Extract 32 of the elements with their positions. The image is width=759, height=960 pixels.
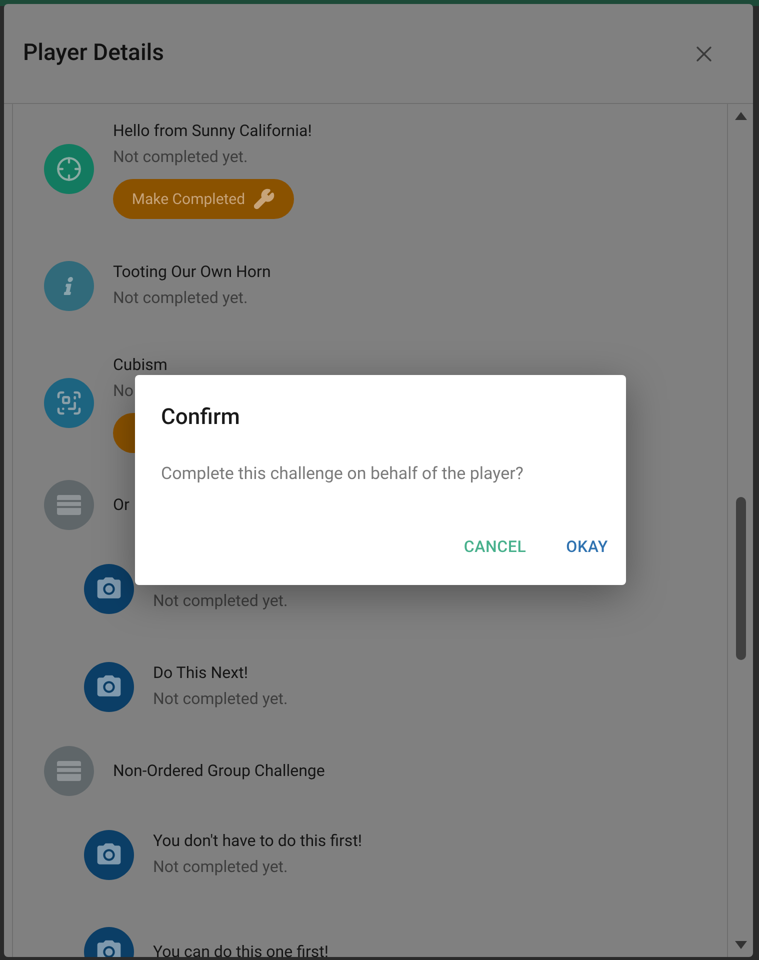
challenge-title: Non-Ordered Group Challenge xyxy=(113,760,325,782)
camera-icon xyxy=(84,564,134,614)
dialog-title: Player Details xyxy=(23,38,164,68)
challenge-status: Not completed yet. xyxy=(113,287,249,309)
scroll-up-icon[interactable] xyxy=(735,112,747,120)
challenge-title: Tooting Our Own Horn xyxy=(113,261,271,283)
confirm-title: Confirm xyxy=(161,404,240,432)
challenge-status: Not completed yet. xyxy=(153,590,288,612)
make-completed-button[interactable]: Make Completed xyxy=(113,179,294,219)
challenge-title: You don't have to do this first! xyxy=(153,830,362,852)
card-stack-icon xyxy=(44,480,94,530)
challenge-status: No xyxy=(113,380,135,402)
challenge-title: Cubism xyxy=(113,354,168,376)
confirm-message: Complete this challenge on behalf of the player? xyxy=(161,463,524,486)
okay-button[interactable]: OKAY xyxy=(554,529,620,565)
challenge-status: Not completed yet. xyxy=(113,146,249,168)
qr-code-icon xyxy=(44,378,94,428)
challenge-title: You can do this one first! xyxy=(153,941,328,957)
info-icon xyxy=(44,261,94,311)
crosshair-icon xyxy=(44,144,94,194)
camera-icon xyxy=(84,830,134,880)
challenge-status: Not completed yet. xyxy=(153,856,289,878)
cancel-button[interactable]: CANCEL xyxy=(452,529,538,565)
scroll-down-icon[interactable] xyxy=(735,941,747,949)
challenge-title: Or xyxy=(113,494,130,516)
card-stack-icon xyxy=(44,746,94,796)
camera-icon xyxy=(84,662,134,712)
wrench-icon xyxy=(253,188,276,210)
challenge-title: Hello from Sunny California! xyxy=(113,120,312,142)
challenge-status: Not completed yet. xyxy=(153,688,288,710)
challenge-title: Do This Next! xyxy=(153,662,249,684)
scrollbar-thumb[interactable] xyxy=(736,497,746,660)
